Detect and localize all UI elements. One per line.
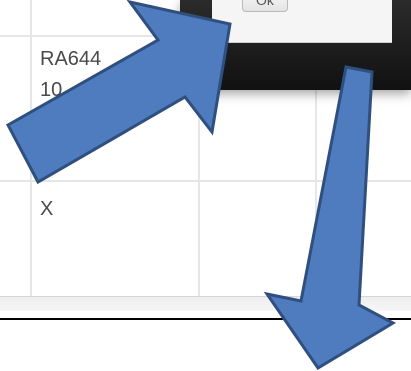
annotation-arrows [5,0,397,371]
arrow-up-right-icon [5,0,232,185]
arrow-down-icon [263,65,397,371]
